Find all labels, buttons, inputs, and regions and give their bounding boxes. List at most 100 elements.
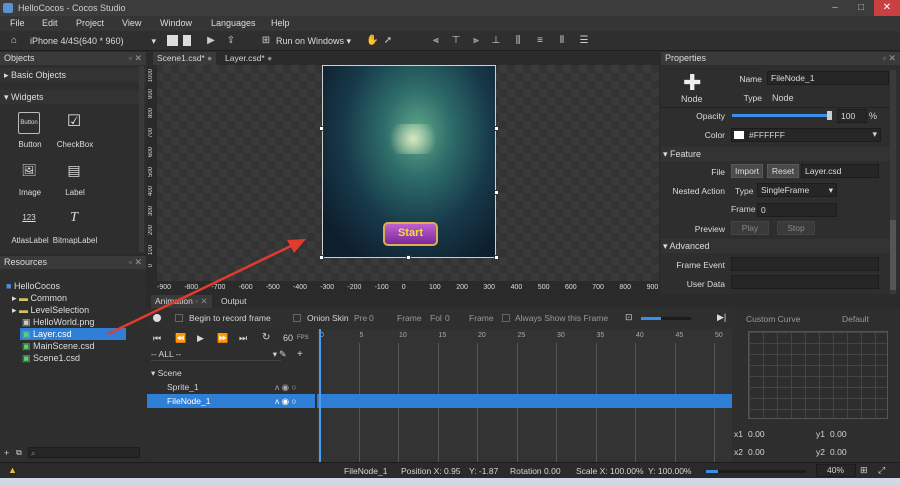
import-button[interactable]: Import (731, 164, 763, 178)
add-resource-icon[interactable]: + (4, 448, 9, 458)
tree-root[interactable]: ■ HelloCocos (6, 280, 60, 292)
timeline-zoom-slider[interactable] (641, 317, 691, 320)
fullscreen-icon[interactable]: ⤢ (878, 465, 885, 476)
distribute-v-icon[interactable]: ☰ (578, 35, 590, 47)
resize-handle[interactable] (494, 255, 499, 260)
close-icon[interactable]: ✕ (874, 0, 900, 16)
reset-button[interactable]: Reset (767, 164, 799, 178)
menu-help[interactable]: Help (271, 18, 290, 28)
opacity-slider-thumb[interactable] (827, 111, 832, 120)
widget-label-item[interactable]: ▤ Label (45, 160, 105, 197)
track-row-filenode[interactable]: FileNode_1 ʌ ◉ ○ (147, 394, 315, 408)
minimize-icon[interactable]: – (822, 0, 848, 16)
portrait-icon[interactable] (183, 35, 191, 46)
tab-animation[interactable]: Animation ▫ ✕ (151, 295, 212, 308)
y1-field[interactable]: 0.00 (830, 429, 847, 439)
tree-item[interactable]: ▸ ▬ Common (12, 292, 67, 304)
fol-field[interactable]: 0 (445, 313, 450, 323)
select-tool-icon[interactable]: ➚ (382, 35, 394, 47)
panel-pin-icon[interactable]: ▫ ✕ (129, 256, 142, 269)
scrollbar[interactable] (890, 70, 896, 294)
loop-icon[interactable]: ↻ (262, 332, 270, 343)
align-hcenter-icon[interactable]: ⫼ (512, 35, 524, 47)
visibility-icons[interactable]: ʌ ◉ ○ (275, 380, 297, 394)
visibility-icons[interactable]: ʌ ◉ ○ (275, 394, 297, 408)
widget-checkbox[interactable]: ☑ CheckBox (45, 112, 105, 149)
tab-close-icon[interactable]: ● (267, 53, 272, 63)
edit-icon[interactable]: ✎ (279, 349, 287, 360)
zoom-timeline-icon[interactable]: ⊡ (625, 312, 633, 323)
preview-play-button[interactable]: Play (731, 221, 769, 235)
name-field[interactable]: FileNode_1 (767, 71, 889, 85)
align-bottom-icon[interactable]: ⊥ (490, 35, 502, 47)
x2-field[interactable]: 0.00 (748, 447, 765, 457)
playhead[interactable] (319, 329, 321, 462)
record-checkbox[interactable] (175, 314, 183, 322)
tree-item[interactable]: ▣ Scene1.csd (22, 352, 80, 364)
start-button[interactable]: Start (383, 222, 438, 246)
maximize-icon[interactable]: □ (848, 0, 874, 16)
hand-tool-icon[interactable]: ✋ (366, 35, 378, 47)
resize-handle[interactable] (319, 126, 324, 131)
file-field[interactable]: Layer.csd (801, 164, 879, 178)
scene-canvas[interactable]: 1000 900 800 700 600 500 400 300 200 100 0 -900 -80… (147, 65, 659, 295)
timeline-play-icon[interactable]: ▶| (717, 312, 726, 323)
always-show-checkbox[interactable] (502, 314, 510, 322)
goto-start-icon[interactable]: ⏮ (153, 333, 161, 344)
resource-search-input[interactable]: ⌕ (28, 447, 140, 458)
frame-field[interactable]: 0 (757, 203, 837, 217)
track-row-sprite[interactable]: Sprite_1 ʌ ◉ ○ (147, 380, 315, 394)
frame-event-field[interactable] (731, 257, 879, 271)
scrollbar[interactable] (139, 66, 144, 252)
tree-item[interactable]: ▸ ▬ LevelSelection (12, 304, 89, 316)
resize-handle[interactable] (319, 255, 324, 260)
fps-field[interactable]: 60 (283, 333, 293, 343)
publish-icon[interactable]: ⇪ (225, 35, 237, 47)
advanced-section[interactable]: ▾ Advanced (661, 239, 891, 253)
play-icon[interactable]: ▶ (205, 35, 217, 47)
device-select[interactable]: iPhone 4/4S(640 * 960) ▾ (30, 34, 156, 48)
fit-icon[interactable]: ⊞ (860, 465, 868, 476)
panel-pin-icon[interactable]: ▫ ✕ (129, 52, 142, 65)
landscape-icon[interactable] (167, 35, 178, 46)
feature-section[interactable]: ▾ Feature (661, 147, 891, 161)
run-button[interactable]: Run on Windows ▾ (276, 34, 351, 48)
track-row-scene[interactable]: ▾ Scene (147, 366, 315, 380)
y2-field[interactable]: 0.00 (830, 447, 847, 457)
basic-objects-section[interactable]: ▸ Basic Objects (0, 68, 146, 82)
add-track-icon[interactable]: + (297, 349, 303, 360)
timeline[interactable]: 0 5 10 15 20 25 30 35 40 45 50 (317, 329, 732, 462)
onion-checkbox[interactable] (293, 314, 301, 322)
distribute-h-icon[interactable]: ⫴ (556, 35, 568, 47)
curve-grid[interactable] (748, 331, 888, 419)
tree-item[interactable]: ▣ HelloWorld.png (22, 316, 94, 328)
menu-window[interactable]: Window (160, 18, 192, 28)
tab-layer[interactable]: Layer.csd* ● (221, 52, 276, 65)
menu-view[interactable]: View (122, 18, 141, 28)
menu-file[interactable]: File (10, 18, 25, 28)
tab-scene1[interactable]: Scene1.csd* ● (153, 52, 217, 65)
widget-bitmaplabel[interactable]: T BitmapLabel (45, 208, 105, 245)
nested-type-select[interactable]: SingleFrame ▾ (757, 183, 837, 197)
panel-pin-icon[interactable]: ▫ ✕ (195, 296, 208, 306)
panel-pin-icon[interactable]: ▫ ✕ (883, 52, 896, 65)
align-left-icon[interactable]: ⫷ (430, 35, 442, 47)
custom-curve-tab[interactable]: Custom Curve (746, 314, 800, 324)
zoom-select[interactable]: 40% (816, 464, 856, 477)
filter-icon[interactable]: ⧉ (16, 448, 22, 458)
menu-languages[interactable]: Languages (211, 18, 256, 28)
opacity-slider[interactable] (732, 114, 830, 117)
user-data-field[interactable] (731, 275, 879, 289)
tree-item[interactable]: ▣ MainScene.csd (22, 340, 95, 352)
play-anim-icon[interactable]: ▶ (197, 333, 204, 344)
resize-handle[interactable] (494, 190, 499, 195)
scrollbar-thumb[interactable] (890, 220, 896, 290)
align-vcenter-icon[interactable]: ≡ (534, 35, 546, 47)
zoom-slider[interactable] (706, 470, 806, 473)
menu-project[interactable]: Project (76, 18, 104, 28)
goto-end-icon[interactable]: ⏭ (239, 333, 247, 344)
opacity-field[interactable]: 100 (837, 109, 867, 123)
default-curve-tab[interactable]: Default (842, 314, 869, 324)
next-frame-icon[interactable]: ⏩ (217, 333, 228, 344)
pre-field[interactable]: 0 (369, 313, 374, 323)
